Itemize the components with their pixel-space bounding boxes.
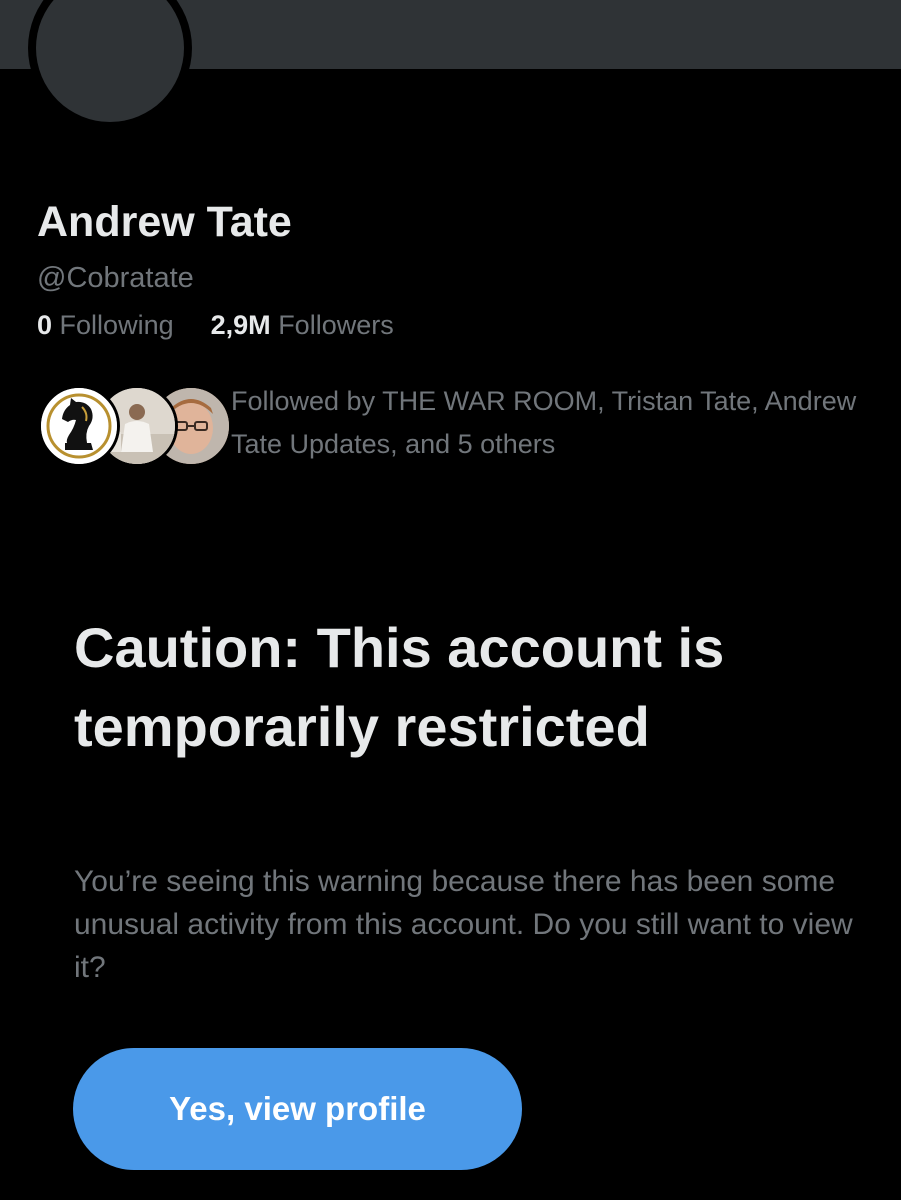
profile-stats: 0 Following 2,9M Followers xyxy=(37,310,394,341)
caution-title: Caution: This account is temporarily res… xyxy=(74,616,725,758)
following-link[interactable]: 0 Following xyxy=(37,310,181,340)
following-count: 0 xyxy=(37,310,53,340)
followed-by-avatars[interactable] xyxy=(38,385,232,467)
followed-by-text[interactable]: Followed by THE WAR ROOM, Tristan Tate, … xyxy=(231,380,871,466)
profile-avatar-frame xyxy=(28,0,192,130)
knight-logo-avatar xyxy=(38,385,120,467)
following-label: Following xyxy=(59,310,174,340)
followers-label: Followers xyxy=(278,310,394,340)
profile-display-name: Andrew Tate xyxy=(37,198,292,246)
profile-avatar[interactable] xyxy=(36,0,184,122)
view-profile-button[interactable]: Yes, view profile xyxy=(73,1048,522,1170)
caution-message: You’re seeing this warning because there… xyxy=(74,865,853,984)
profile-handle: @Cobratate xyxy=(37,262,194,294)
followers-link[interactable]: 2,9M Followers xyxy=(211,310,394,340)
followers-count: 2,9M xyxy=(210,310,271,340)
